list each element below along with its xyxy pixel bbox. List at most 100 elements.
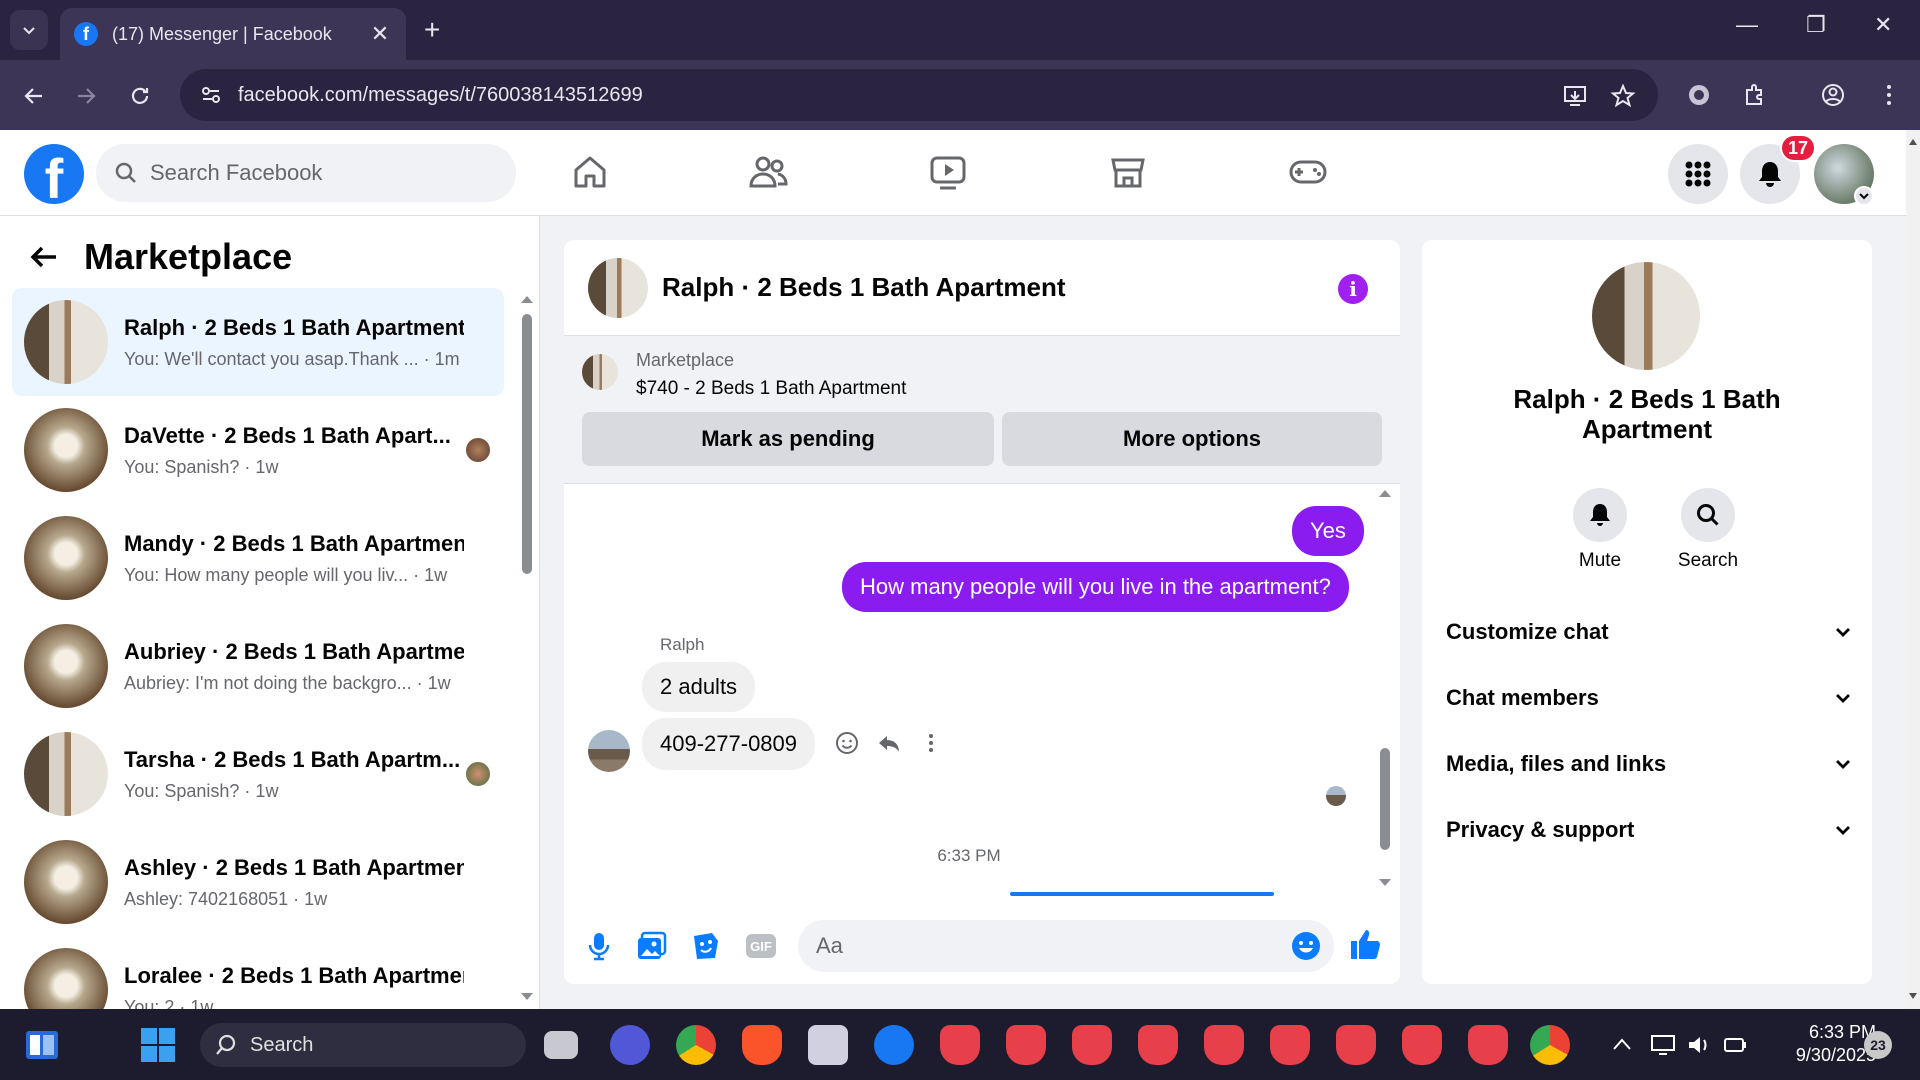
facebook-logo-icon[interactable]: f [24,144,84,204]
tab-close-icon[interactable]: ✕ [368,21,392,47]
chevron-up-icon[interactable] [1612,1037,1632,1051]
friends-icon[interactable] [748,152,788,192]
page-scroll-down-icon[interactable] [1908,992,1918,1000]
conversation-item[interactable]: Ashley · 2 Beds 1 Bath Apartment Ashley:… [12,828,504,936]
facebook-taskbar-icon[interactable] [874,1025,914,1065]
chat-title[interactable]: Ralph · 2 Beds 1 Bath Apartment [662,272,1066,303]
message-input[interactable] [816,933,1256,959]
teams-icon[interactable] [610,1025,650,1065]
contact-name: Ralph · 2 Beds 1 Bath Apartment [1513,384,1781,444]
mark-as-pending-button[interactable]: Mark as pending [582,412,994,466]
new-tab-button[interactable]: + [424,14,440,46]
scroll-up-arrow-icon[interactable] [520,294,534,304]
chat-members-row[interactable]: Chat members [1446,678,1854,718]
chat-avatar[interactable] [588,257,648,318]
brave-profile-icon[interactable] [1072,1025,1112,1065]
home-icon[interactable] [570,152,610,192]
contact-avatar[interactable] [1592,262,1700,370]
gaming-icon[interactable] [1288,152,1328,192]
chrome-icon[interactable] [676,1025,716,1065]
conversation-item[interactable]: DaVette · 2 Beds 1 Bath Apart... You: Sp… [12,396,504,504]
reload-button[interactable] [124,80,156,112]
chat-scrollbar[interactable] [1380,748,1390,850]
video-icon[interactable] [928,152,968,192]
brave-profile-icon[interactable] [1402,1025,1442,1065]
network-icon[interactable] [1650,1033,1676,1057]
conversation-item[interactable]: Aubriey · 2 Beds 1 Bath Apartme... Aubri… [12,612,504,720]
task-view-icon[interactable] [544,1031,578,1059]
mute-button[interactable]: Mute [1560,488,1640,572]
notification-center-badge[interactable]: 23 [1864,1031,1892,1059]
conversation-item[interactable]: Loralee · 2 Beds 1 Bath Apartment You: 2… [12,936,504,1009]
brave-profile-icon[interactable] [1204,1025,1244,1065]
taskbar-clock[interactable]: 6:33 PM 9/30/2025 [1770,1021,1876,1067]
bookmark-star-icon[interactable] [1610,83,1636,109]
brave-profile-icon[interactable] [1138,1025,1178,1065]
info-icon[interactable]: i [1338,274,1368,304]
profile-icon[interactable] [1820,82,1846,108]
taskbar-search[interactable]: Search [200,1023,526,1067]
account-chevron-down-icon[interactable] [1854,186,1874,206]
more-options-button[interactable]: More options [1002,412,1382,466]
incoming-message[interactable]: 409-277-0809 [642,718,816,770]
sidebar-scrollbar[interactable] [522,314,532,574]
media-files-links-row[interactable]: Media, files and links [1446,744,1854,784]
conversation-item[interactable]: Tarsha · 2 Beds 1 Bath Apartm... You: Sp… [12,720,504,828]
chrome-active-icon[interactable] [1530,1025,1570,1065]
listing-title[interactable]: $740 - 2 Beds 1 Bath Apartment [636,378,906,400]
app-icon[interactable] [808,1025,848,1065]
marketplace-icon[interactable] [1108,152,1148,192]
extensions-puzzle-icon[interactable] [1742,82,1768,108]
chat-scroll-up-icon[interactable] [1378,488,1392,498]
react-smiley-icon[interactable] [834,730,860,756]
windows-start-icon[interactable] [140,1027,176,1063]
reply-icon[interactable] [876,730,902,756]
kebab-menu-icon[interactable] [1876,82,1902,108]
outgoing-message[interactable]: How many people will you live in the apa… [842,562,1349,612]
emoji-icon[interactable] [1290,930,1322,962]
widgets-icon[interactable] [24,1029,60,1061]
message-input-box[interactable] [798,920,1334,972]
brave-profile-icon[interactable] [940,1025,980,1065]
more-actions-icon[interactable] [918,730,944,756]
thumbs-up-icon[interactable] [1348,926,1384,962]
page-scrollbar[interactable] [1906,130,1920,1009]
privacy-support-row[interactable]: Privacy & support [1446,810,1854,850]
battery-icon[interactable] [1722,1033,1748,1057]
gif-icon[interactable]: GIF [744,930,778,962]
conversation-item[interactable]: Mandy · 2 Beds 1 Bath Apartment You: How… [12,504,504,612]
outgoing-message[interactable]: Yes [1292,506,1364,556]
search-in-chat-button[interactable]: Search [1668,488,1748,572]
back-arrow-icon[interactable] [28,241,60,273]
chat-scroll-down-icon[interactable] [1378,878,1392,888]
message-sender-name: Ralph [660,635,705,654]
brave-icon[interactable] [742,1025,782,1065]
microphone-icon[interactable] [584,930,614,962]
tab-search-button[interactable] [10,10,48,50]
photo-attach-icon[interactable] [636,930,668,962]
facebook-search[interactable] [96,144,516,202]
brave-profile-icon[interactable] [1006,1025,1046,1065]
sticker-icon[interactable] [690,930,722,962]
brave-profile-icon[interactable] [1270,1025,1310,1065]
volume-icon[interactable] [1686,1033,1712,1057]
address-bar[interactable]: facebook.com/messages/t/760038143512699 [180,69,1658,121]
menu-button[interactable] [1668,144,1728,204]
forward-button[interactable] [70,80,102,112]
install-app-icon[interactable] [1562,83,1588,109]
brave-profile-icon[interactable] [1336,1025,1376,1065]
page-scroll-up-icon[interactable] [1908,138,1918,146]
facebook-search-input[interactable] [150,160,470,186]
back-button[interactable] [18,80,50,112]
browser-tab[interactable]: f (17) Messenger | Facebook ✕ [60,8,406,60]
close-window-icon[interactable]: ✕ [1874,12,1892,38]
brave-profile-icon[interactable] [1468,1025,1508,1065]
restore-icon[interactable]: ❐ [1806,12,1826,38]
message-timestamp: 6:33 PM [937,846,1001,865]
scroll-down-arrow-icon[interactable] [520,992,534,1002]
minimize-icon[interactable]: — [1736,12,1758,38]
incoming-message[interactable]: 2 adults [642,662,756,712]
customize-chat-row[interactable]: Customize chat [1446,612,1854,652]
conversation-item[interactable]: Ralph · 2 Beds 1 Bath Apartment You: We'… [12,288,504,396]
extension-circle-icon[interactable] [1686,82,1712,108]
